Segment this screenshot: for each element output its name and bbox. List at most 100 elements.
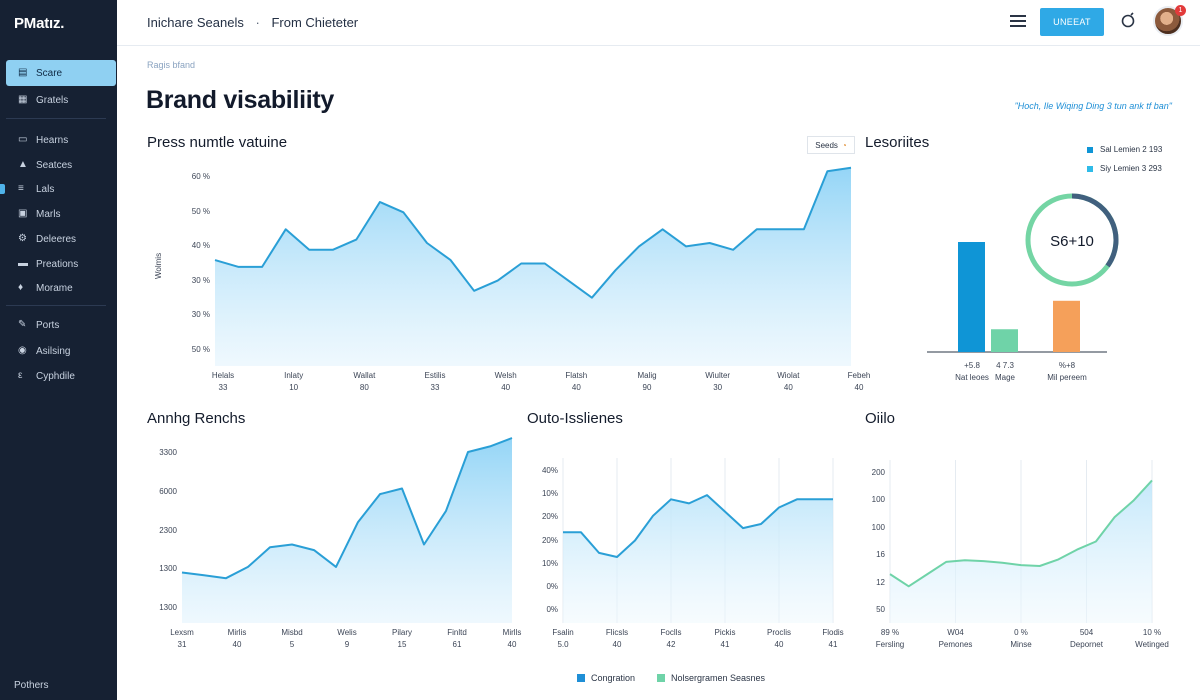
x-tick-label: Welis 9 [322,627,372,651]
x-tick-label: Mirlis 40 [212,627,262,651]
x-tick-label: Pilary 15 [377,627,427,651]
y-tick-label: 1300 [159,564,177,574]
sidebar-footer[interactable]: Pothers [14,680,48,691]
x-tick-top: 0 % [1014,628,1028,637]
update-button[interactable]: UNEEAT [1040,8,1104,36]
x-tick-label: 504 Depornet [1062,627,1112,651]
legend-item: Sal Lemien 2 193 [1087,145,1162,154]
y-tick-label: 200 [871,468,885,478]
x-tick-bottom: 5.0 [557,640,569,649]
x-tick-bottom: 30 [713,383,723,392]
x-tick-bottom: 41 [828,640,838,649]
area-fill [563,495,833,623]
legend-swatch [1087,165,1093,172]
sidebar-item-hearns[interactable]: ▭ Hearns [6,127,116,153]
bar [958,242,985,352]
donut-segment [1071,193,1119,268]
main-content: Ragis bfand Brand visabiliity "Hoch, Ile… [117,46,1200,700]
active-marker [0,184,5,194]
x-tick-top: Misbd [281,628,303,637]
breadcrumb-separator: · [255,15,260,30]
x-tick-label: 10 % Wetinged [1127,627,1177,651]
x-tick-top: 89 % [880,628,900,637]
x-tick-bottom: 40 [854,383,864,392]
y-tick-label: 6000 [159,486,177,496]
x-tick-label: Flicsls 40 [592,627,642,651]
sidebar-item-gratels[interactable]: ▦ Gratels [6,87,116,113]
x-tick-label: Wiolat 40 [763,370,813,394]
sidebar-item-deleeres[interactable]: ⚙ Deleeres [6,226,116,252]
breadcrumb-item[interactable]: From Chieteter [271,15,358,30]
x-tick-bottom: Minse [1010,640,1032,649]
x-tick-top: 504 [1079,628,1094,637]
legend-swatch [657,674,665,682]
x-tick-bottom: 40 [232,640,242,649]
menu-icon[interactable] [1010,15,1026,29]
y-tick-label: 50 [876,604,885,614]
sidebar-item-ports[interactable]: ✎ Ports [6,312,116,338]
sidebar-item-label: Marls [36,208,61,220]
sidebar-item-lals[interactable]: ≡ Lals [6,176,116,202]
gear-icon: ⚙ [18,233,27,244]
x-tick-label: Malig 90 [622,370,672,394]
x-tick-top: Flatsh [565,371,588,380]
area-fill [215,167,851,366]
sidebar-item-seatces[interactable]: ▲ Seatces [6,152,116,178]
x-tick-label: Pickis 41 [700,627,750,651]
sidebar-divider [6,118,106,119]
x-tick-top: Foclls [660,628,682,637]
x-tick-top: Helals [211,371,235,380]
clipboard-icon: ▣ [18,208,28,219]
sidebar-item-preations[interactable]: ▬ Preations [6,251,116,277]
y-tick-label: 10% [541,489,558,499]
breadcrumb-item[interactable]: Inichare Seanels [147,15,244,30]
x-tick-label: Fsalin 5.0 [538,627,588,651]
legend-label: Siy Lemien 3 293 [1100,164,1162,173]
x-tick-bottom: 42 [666,640,676,649]
pencil-icon: ✎ [18,319,27,330]
notification-badge: 1 [1175,5,1186,16]
x-tick-label: 89 % Fersling [865,627,915,651]
sidebar-item-label: Lals [36,183,55,195]
x-tick-label: Febeh 40 [834,370,884,394]
x-tick-label: Proclis 40 [754,627,804,651]
x-tick-top: Febeh [847,371,871,380]
sidebar-item-scare[interactable]: ▤ Scare [6,60,116,86]
sidebar-item-label: Asilsing [36,345,71,357]
sidebar-item-label: Ports [36,319,60,331]
sidebar-item-asilsing[interactable]: ◉ Asilsing [6,338,116,364]
x-tick-bottom: 5 [289,640,295,649]
x-tick-top: Welsh [494,371,517,380]
y-tick-label: 100 [871,495,885,505]
y-tick-label: 50 % [191,206,210,216]
y-tick-label: 20% [541,535,558,545]
y-tick-label: 16 [876,550,885,560]
bar-category-label: Mil pereem [1047,373,1087,382]
x-tick-bottom: 31 [177,640,187,649]
chart-icon: ▬ [18,258,28,269]
y-tick-label: 60 % [191,172,210,182]
y-tick-label: 2300 [159,525,177,535]
x-tick-label: Foclls 42 [646,627,696,651]
sidebar-item-cyphdile[interactable]: ε Cyphdile [6,363,116,389]
bar-label: %+8 Mil pereem [1042,360,1092,384]
x-tick-bottom: Wetinged [1135,640,1169,649]
y-tick-label: 50 % [191,344,210,354]
legend-swatch [1087,146,1093,153]
x-tick-label: Wiulter 30 [693,370,743,394]
x-tick-bottom: 40 [783,383,793,392]
bar-value-label: 4 7.3 [996,361,1014,370]
sidebar-item-morame[interactable]: ♦ Morame [6,275,116,301]
notification-icon[interactable] [1120,12,1138,32]
user-icon: ε [18,370,23,381]
legend-item: Nolsergramen Seasnes [657,673,765,683]
legend-label: Sal Lemien 2 193 [1100,145,1163,154]
settings-icon: ◉ [18,345,27,356]
sidebar-item-marls[interactable]: ▣ Marls [6,201,116,227]
panel-title-bottom-right: Oiilo [865,410,896,427]
x-tick-top: Pickis [714,628,736,637]
x-tick-bottom: 40 [774,640,784,649]
sidebar-item-label: Morame [36,282,73,294]
x-tick-top: W04 [947,628,964,637]
y-tick-label: 40% [541,466,558,476]
